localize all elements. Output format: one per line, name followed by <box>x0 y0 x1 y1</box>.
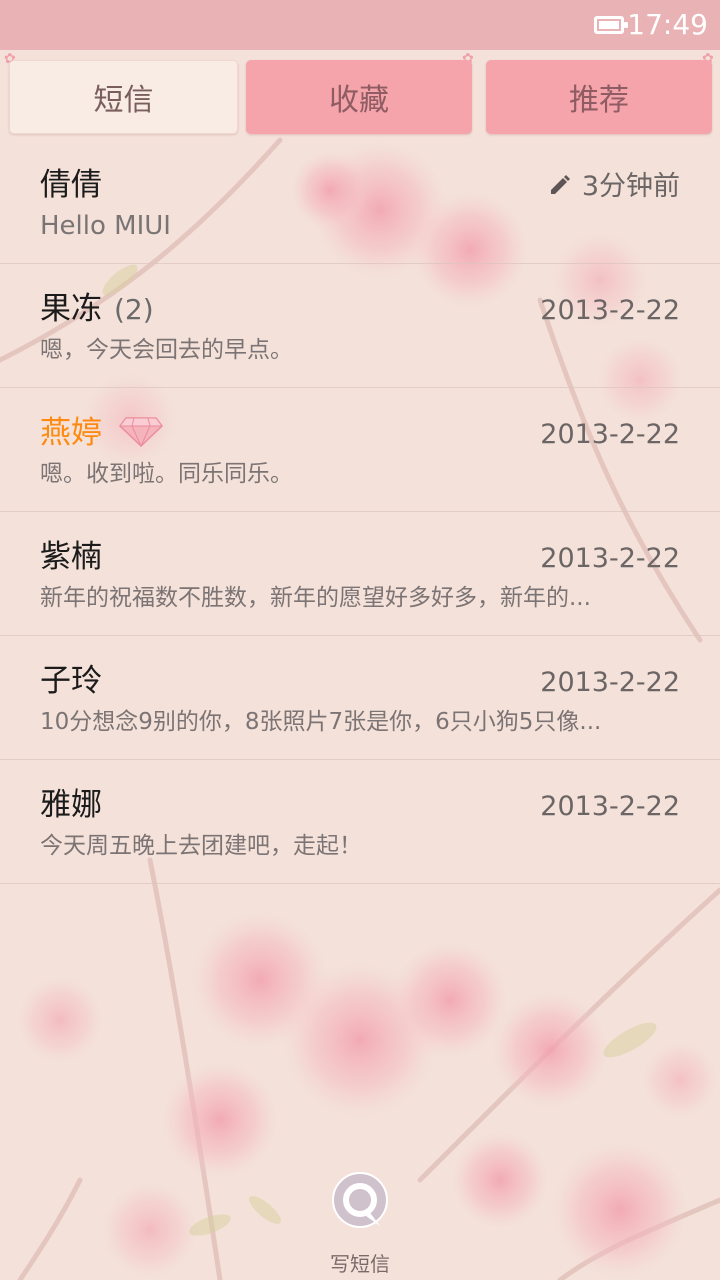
message-preview: 嗯，今天会回去的早点。 <box>40 337 293 363</box>
message-preview: 今天周五晚上去团建吧，走起！ <box>40 833 362 859</box>
message-time: 2013-2-22 <box>540 667 680 698</box>
contact-name: 燕婷 <box>40 414 164 452</box>
message-time: 2013-2-22 <box>540 419 680 450</box>
conversation-item[interactable]: 紫楠 2013-2-22 新年的祝福数不胜数，新年的愿望好多好多，新年的... <box>0 512 720 636</box>
message-preview: 新年的祝福数不胜数，新年的愿望好多好多，新年的... <box>40 585 591 611</box>
battery-icon <box>594 16 628 34</box>
conversation-item[interactable]: 子玲 2013-2-22 10分想念9别的你，8张照片7张是你，6只小狗5只像.… <box>0 636 720 760</box>
message-time: 3分钟前 <box>548 170 680 204</box>
tab-sms[interactable]: 短信 <box>9 60 238 134</box>
message-time: 2013-2-22 <box>540 295 680 326</box>
compose-label: 写短信 <box>330 1252 390 1276</box>
conversation-item[interactable]: 燕婷 2013-2-22 嗯。收到啦。同乐同乐。 <box>0 388 720 512</box>
contact-name: 紫楠 <box>40 539 102 575</box>
message-preview: 嗯。收到啦。同乐同乐。 <box>40 461 293 487</box>
conversation-item[interactable]: 倩倩 3分钟前 Hello MIUI <box>0 140 720 264</box>
status-bar: 17:49 <box>0 0 720 50</box>
tab-recommended[interactable]: 推荐 <box>486 60 712 134</box>
contact-name: 倩倩 <box>40 167 102 203</box>
conversation-item[interactable]: 果冻 (2) 2013-2-22 嗯，今天会回去的早点。 <box>0 264 720 388</box>
contact-name: 果冻 (2) <box>40 291 154 327</box>
message-preview: Hello MIUI <box>40 211 171 241</box>
message-time: 2013-2-22 <box>540 543 680 574</box>
conversation-item[interactable]: 雅娜 2013-2-22 今天周五晚上去团建吧，走起！ <box>0 760 720 884</box>
tab-favorites[interactable]: 收藏 <box>246 60 472 134</box>
diamond-icon <box>119 417 163 448</box>
conversation-list: 倩倩 3分钟前 Hello MIUI 果冻 (2) 2013-2-22 嗯，今天会… <box>0 140 720 884</box>
unread-count: (2) <box>114 293 154 326</box>
compose-button[interactable]: 写短信 <box>320 1170 400 1280</box>
message-preview: 10分想念9别的你，8张照片7张是你，6只小狗5只像... <box>40 709 602 735</box>
pencil-icon <box>550 175 570 194</box>
message-time: 2013-2-22 <box>540 791 680 822</box>
contact-name: 子玲 <box>40 663 102 699</box>
contact-name: 雅娜 <box>40 787 102 823</box>
status-time: 17:49 <box>627 8 708 41</box>
tab-bar: ✿ ✿ ✿ 短信 收藏 推荐 <box>0 52 720 138</box>
compose-message-icon <box>332 1172 388 1228</box>
